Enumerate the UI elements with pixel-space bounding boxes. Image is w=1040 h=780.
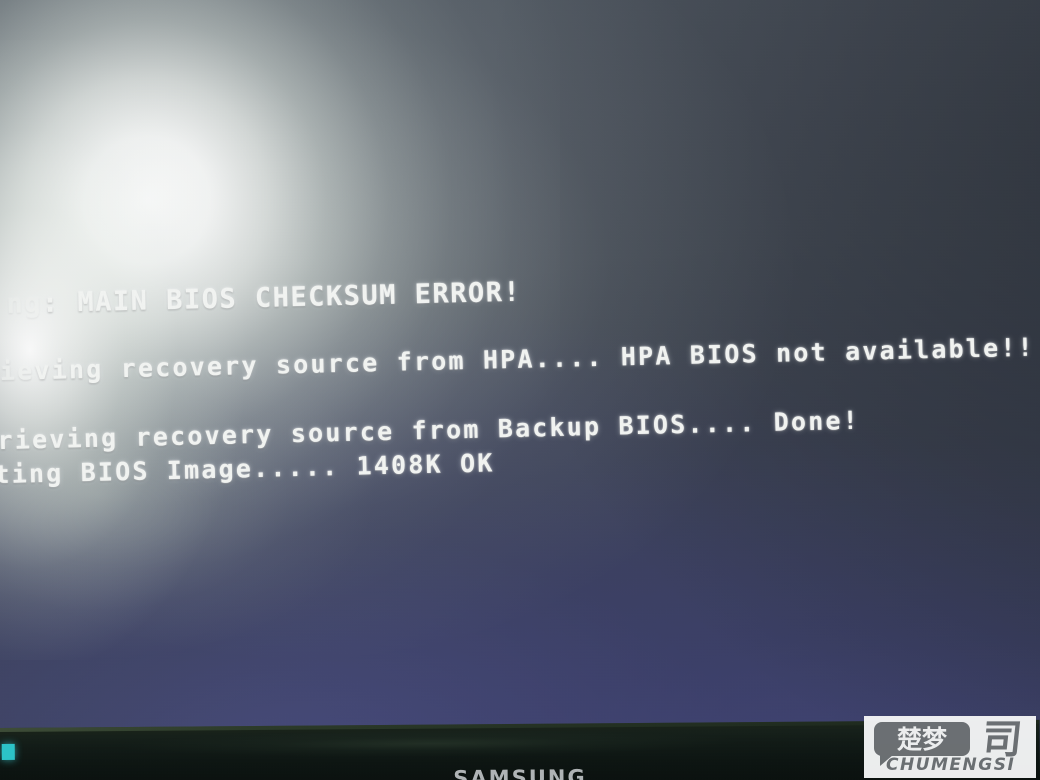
power-led-indicator — [1, 743, 15, 760]
watermark-chumengsi: 楚梦 司 CHUMENGSI — [864, 716, 1036, 778]
watermark-inner: 楚梦 司 CHUMENGSI — [870, 716, 1030, 775]
monitor-screen — [0, 0, 1040, 752]
watermark-cjk-side-character: 司 — [979, 716, 1025, 763]
bezel-sheen — [119, 728, 740, 760]
watermark-cjk-characters: 楚梦 — [896, 724, 947, 754]
watermark-label: CHUMENGSI — [886, 755, 1016, 775]
photo-of-monitor: ng: MAIN BIOS CHECKSUM ERROR! ieving rec… — [0, 0, 1040, 780]
